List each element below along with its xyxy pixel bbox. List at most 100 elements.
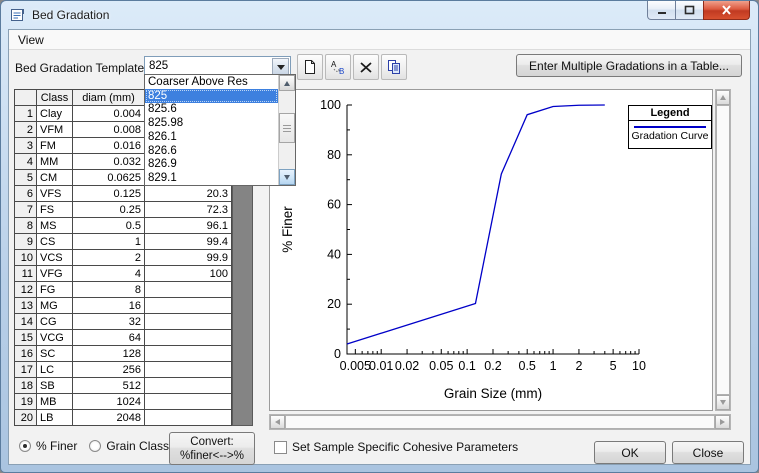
table-row: 16 SC 128 (14, 345, 232, 362)
radio-percent-finer[interactable]: % Finer (19, 439, 77, 453)
arrow-down-icon (284, 174, 290, 180)
dropdown-item[interactable]: 826.6 (145, 143, 278, 158)
row-number-cell: 4 (14, 153, 37, 170)
row-number-cell: 1 (14, 105, 37, 122)
client-area: View Bed Gradation Template: 825 A B Ent… (8, 29, 751, 465)
scroll-right-button[interactable] (715, 415, 730, 429)
minimize-button[interactable] (647, 1, 676, 20)
scrollbar-thumb[interactable] (279, 113, 295, 143)
table-row: 9 CS 1 99.4 (14, 233, 232, 250)
legend-line-sample (634, 126, 706, 128)
scroll-up-button[interactable] (279, 75, 295, 91)
table-row: 20 LB 2048 (14, 409, 232, 426)
dropdown-scrollbar[interactable] (278, 75, 295, 185)
table-row: 6 VFS 0.125 20.3 (14, 185, 232, 202)
percent-finer-cell[interactable] (144, 345, 232, 362)
dropdown-item[interactable]: 825.98 (145, 116, 278, 130)
menu-bar: View (9, 30, 750, 50)
ok-button[interactable]: OK (594, 441, 666, 464)
scroll-down-button[interactable] (279, 169, 295, 185)
diam-cell[interactable]: 0.032 (72, 153, 145, 170)
svg-text:0.5: 0.5 (519, 359, 536, 373)
dropdown-item[interactable]: Coarser Above Res (145, 75, 278, 89)
convert-button[interactable]: Convert: %finer<-->% (169, 432, 255, 465)
arrow-down-icon (720, 400, 726, 405)
percent-finer-cell[interactable]: 20.3 (144, 185, 232, 202)
diam-cell[interactable]: 0.008 (72, 121, 145, 138)
delete-template-button[interactable] (353, 54, 379, 80)
row-number-cell: 2 (14, 121, 37, 138)
diam-cell[interactable]: 4 (72, 265, 145, 282)
diam-cell[interactable]: 0.004 (72, 105, 145, 122)
chart-vertical-scrollbar[interactable] (715, 89, 731, 411)
enter-multiple-gradations-button[interactable]: Enter Multiple Gradations in a Table... (516, 54, 742, 77)
class-cell: FS (36, 201, 73, 218)
close-button[interactable] (703, 1, 750, 20)
percent-finer-cell[interactable] (144, 297, 232, 314)
diam-cell[interactable]: 0.25 (72, 201, 145, 218)
chart-horizontal-scrollbar[interactable] (269, 414, 731, 430)
dropdown-item[interactable]: 825.6 (145, 102, 278, 117)
scrollbar-thumb[interactable] (716, 105, 730, 395)
percent-finer-cell[interactable] (144, 409, 232, 426)
rename-template-button[interactable]: A B (325, 54, 351, 80)
percent-finer-cell[interactable] (144, 281, 232, 298)
percent-finer-cell[interactable] (144, 361, 232, 378)
window-icon (11, 9, 24, 21)
convert-button-line2: %finer<-->% (180, 449, 244, 462)
diam-cell[interactable]: 1024 (72, 393, 145, 410)
dropdown-item[interactable]: 826.1 (145, 130, 278, 144)
dropdown-item[interactable]: 825 (145, 88, 278, 103)
percent-finer-cell[interactable]: 99.4 (144, 233, 232, 250)
diam-cell[interactable]: 2048 (72, 409, 145, 426)
percent-finer-cell[interactable] (144, 393, 232, 410)
class-cell: Clay (36, 105, 73, 122)
diam-cell[interactable]: 2 (72, 249, 145, 266)
diam-cell[interactable]: 8 (72, 281, 145, 298)
row-number-cell: 20 (14, 409, 37, 426)
percent-finer-cell[interactable] (144, 377, 232, 394)
arrow-up-icon (284, 80, 290, 86)
diam-cell[interactable]: 0.125 (72, 185, 145, 202)
menu-view[interactable]: View (9, 31, 53, 49)
diam-cell[interactable]: 32 (72, 313, 145, 330)
dropdown-item[interactable]: 829.1 (145, 171, 278, 185)
diam-cell[interactable]: 0.5 (72, 217, 145, 234)
dropdown-items: Coarser Above Res 825 825.6 825.98 826.1 826.… (145, 75, 278, 185)
diam-cell[interactable]: 64 (72, 329, 145, 346)
diam-cell[interactable]: 16 (72, 297, 145, 314)
percent-finer-cell[interactable] (144, 329, 232, 346)
diam-cell[interactable]: 0.0625 (72, 169, 145, 186)
cohesive-parameters-checkbox[interactable]: Set Sample Specific Cohesive Parameters (274, 440, 518, 454)
scroll-left-button[interactable] (270, 415, 285, 429)
diam-cell[interactable]: 1 (72, 233, 145, 250)
diam-cell[interactable]: 512 (72, 377, 145, 394)
percent-finer-cell[interactable]: 96.1 (144, 217, 232, 234)
percent-finer-cell[interactable] (144, 313, 232, 330)
svg-text:% Finer: % Finer (280, 206, 295, 253)
new-document-icon (305, 60, 315, 74)
chevron-down-icon (276, 64, 285, 70)
class-cell: SC (36, 345, 73, 362)
new-template-button[interactable] (297, 54, 323, 80)
dropdown-item[interactable]: 826.9 (145, 157, 278, 172)
percent-finer-cell[interactable]: 72.3 (144, 201, 232, 218)
percent-finer-cell[interactable]: 99.9 (144, 249, 232, 266)
diam-cell[interactable]: 128 (72, 345, 145, 362)
copy-template-button[interactable] (381, 54, 407, 80)
diam-cell[interactable]: 256 (72, 361, 145, 378)
gradation-chart-panel: 0.005 0.01 0.02 0.05 0.1 0.2 0.5 1 2 5 10 0 20 40 60 80… (269, 89, 713, 411)
scrollbar-thumb[interactable] (285, 415, 715, 429)
diam-cell[interactable]: 0.016 (72, 137, 145, 154)
class-cell: FM (36, 137, 73, 154)
close-dialog-button[interactable]: Close (672, 441, 744, 464)
copy-icon (388, 60, 400, 74)
class-cell: LB (36, 409, 73, 426)
rename-icon: A B (331, 60, 344, 75)
scroll-up-button[interactable] (716, 90, 730, 105)
maximize-button[interactable] (675, 1, 704, 20)
percent-finer-cell[interactable]: 100 (144, 265, 232, 282)
table-row: 18 SB 512 (14, 377, 232, 394)
scroll-down-button[interactable] (716, 395, 730, 410)
table-row: 8 MS 0.5 96.1 (14, 217, 232, 234)
